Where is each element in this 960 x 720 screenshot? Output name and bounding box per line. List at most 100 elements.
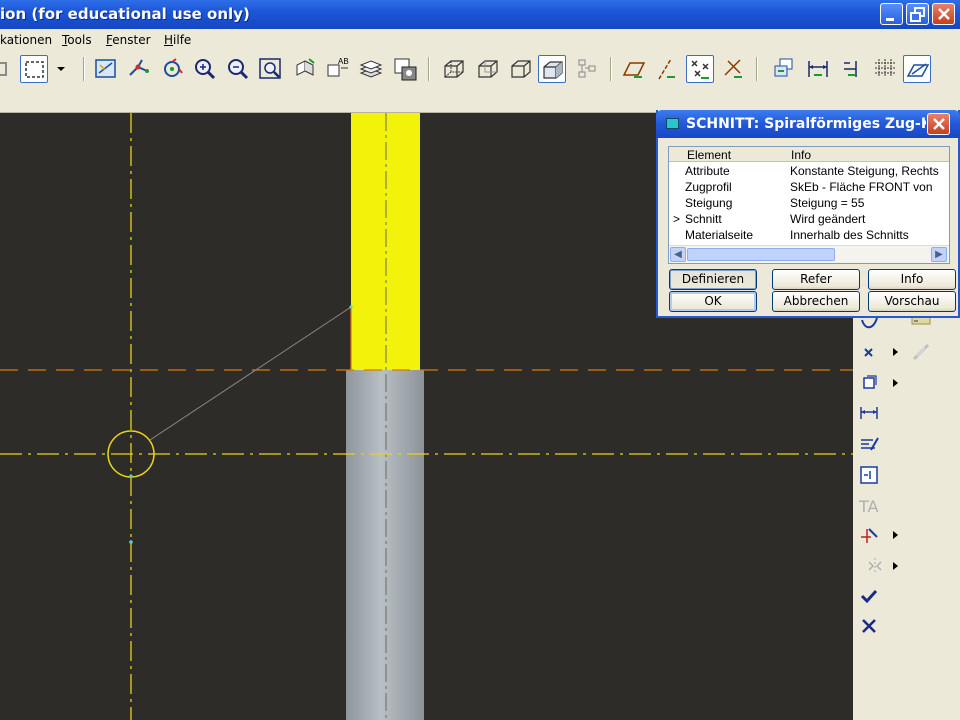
list-item[interactable]: Attribute Konstante Steigung, Rechts <box>669 163 949 179</box>
menu-applications-label: kationen <box>0 33 53 47</box>
list-item[interactable]: Materialseite Innerhalb des Schnitts <box>669 227 949 243</box>
menu-applications[interactable]: kationen <box>0 33 52 47</box>
row-info: Konstante Steigung, Rechts <box>790 164 939 178</box>
mirror-icon[interactable] <box>863 554 887 578</box>
menu-tools-label: ools <box>67 33 92 47</box>
trim-icon[interactable] <box>857 523 881 547</box>
toolbar-separator <box>756 57 758 81</box>
refit-icon[interactable] <box>257 55 285 83</box>
scroll-right-button[interactable]: ▶ <box>931 247 947 262</box>
sketch-point <box>129 474 133 478</box>
row-element: Materialseite <box>685 228 754 242</box>
sketch-orient-icon[interactable] <box>903 55 931 83</box>
row-element: Zugprofil <box>685 180 732 194</box>
profile-line <box>149 306 352 441</box>
named-views-icon[interactable]: AB <box>324 55 352 83</box>
modify-icon[interactable] <box>857 432 881 456</box>
window-titlebar: ion (for educational use only) <box>0 0 960 29</box>
orient-icon[interactable] <box>291 55 319 83</box>
constraint-icon[interactable] <box>857 463 881 487</box>
restore-button[interactable] <box>906 3 929 25</box>
main-toolbar: AB <box>0 51 960 113</box>
sketch-refs-icon[interactable] <box>770 55 798 83</box>
constraints-icon[interactable] <box>838 55 866 83</box>
spin-center-icon[interactable] <box>158 55 186 83</box>
dialog-app-icon <box>666 118 679 129</box>
datum-csys-icon[interactable] <box>720 55 748 83</box>
element-list[interactable]: Element Info Attribute Konstante Steigun… <box>668 146 950 264</box>
dialog-close-button[interactable] <box>927 113 950 135</box>
scrollbar-thumb[interactable] <box>687 248 835 261</box>
row-info: Innerhalb des Schnitts <box>790 228 909 242</box>
row-element: Schnitt <box>685 212 722 226</box>
list-item[interactable]: Steigung Steigung = 55 <box>669 195 949 211</box>
define-button[interactable]: Definieren <box>669 269 757 290</box>
shaded-icon[interactable] <box>538 55 566 83</box>
no-hidden-icon[interactable] <box>507 55 535 83</box>
svg-text:AB: AB <box>338 57 349 66</box>
scroll-left-button[interactable]: ◀ <box>670 247 686 262</box>
menu-help-mnemonic: H <box>164 33 174 47</box>
dialog-titlebar[interactable]: SCHNITT: Spiralförmiges Zug-KE <box>656 110 960 138</box>
dimension-icon[interactable] <box>804 55 832 83</box>
row-info: Wird geändert <box>790 212 866 226</box>
sketch-point <box>349 305 353 309</box>
chain-icon[interactable] <box>909 340 933 364</box>
datum-axes-icon[interactable] <box>653 55 681 83</box>
dimension-icon[interactable] <box>857 401 881 425</box>
point-flyout-arrow[interactable] <box>893 348 898 356</box>
trim-flyout-arrow[interactable] <box>893 531 898 539</box>
zoom-in-icon[interactable] <box>191 55 219 83</box>
cancel-icon[interactable] <box>857 614 881 638</box>
row-info: SkEb - Fläche FRONT von <box>790 180 933 194</box>
column-info-header[interactable]: Info <box>791 148 811 162</box>
close-button[interactable] <box>932 3 955 25</box>
toolbar-separator <box>83 57 85 81</box>
svg-text:TA: TA <box>858 497 879 516</box>
feature-dialog: SCHNITT: Spiralförmiges Zug-KE Element I… <box>656 110 960 318</box>
text-icon[interactable]: TA <box>857 494 881 518</box>
datum-points-icon[interactable] <box>686 55 714 83</box>
menu-help-label: ilfe <box>173 33 192 47</box>
menu-help[interactable]: Hilfe <box>164 33 191 47</box>
row-element: Attribute <box>685 164 730 178</box>
model-tree-icon[interactable] <box>391 55 419 83</box>
list-item-selected[interactable]: > Schnitt Wird geändert <box>669 211 949 227</box>
preview-button[interactable]: Vorschau <box>868 291 956 312</box>
sketcher-toolbar: TA <box>853 313 960 720</box>
menu-tools[interactable]: Tools <box>62 33 92 47</box>
zoom-out-icon[interactable] <box>224 55 252 83</box>
toolbar-separator <box>610 57 612 81</box>
dropdown-arrow-icon[interactable] <box>54 55 68 83</box>
layers-icon[interactable] <box>357 55 385 83</box>
mirror-flyout-arrow[interactable] <box>893 562 898 570</box>
datum-display-icon[interactable] <box>573 55 601 83</box>
coordinate-system-icon[interactable] <box>857 371 881 395</box>
select-box-icon[interactable] <box>20 55 48 83</box>
partial-tool-icon[interactable] <box>0 55 20 83</box>
window-title: ion (for educational use only) <box>0 5 250 23</box>
cancel-button[interactable]: Abbrechen <box>772 291 860 312</box>
grid-icon[interactable] <box>871 55 899 83</box>
column-element-header[interactable]: Element <box>687 148 731 162</box>
hidden-line-icon[interactable] <box>474 55 502 83</box>
menu-window[interactable]: Fenster <box>106 33 151 47</box>
cylinder-body <box>346 370 424 720</box>
row-element: Steigung <box>685 196 733 210</box>
wireframe-icon[interactable] <box>440 55 468 83</box>
datum-planes-icon[interactable] <box>620 55 648 83</box>
list-item[interactable]: Zugprofil SkEb - Fläche FRONT von <box>669 179 949 195</box>
list-header: Element Info <box>669 147 949 162</box>
toolbar-separator <box>428 57 430 81</box>
horizontal-scrollbar[interactable]: ◀ ▶ <box>669 245 949 263</box>
accept-icon[interactable] <box>857 584 881 608</box>
minimize-button[interactable] <box>880 3 903 25</box>
ok-button[interactable]: OK <box>669 291 757 312</box>
coordinate-flyout-arrow[interactable] <box>893 379 898 387</box>
point-icon[interactable] <box>857 340 881 364</box>
view-repaint-icon[interactable] <box>92 55 120 83</box>
refer-button[interactable]: Refer <box>772 269 860 290</box>
info-button[interactable]: Info <box>868 269 956 290</box>
datum-axis-icon[interactable] <box>125 55 153 83</box>
sketch-point <box>129 540 133 544</box>
